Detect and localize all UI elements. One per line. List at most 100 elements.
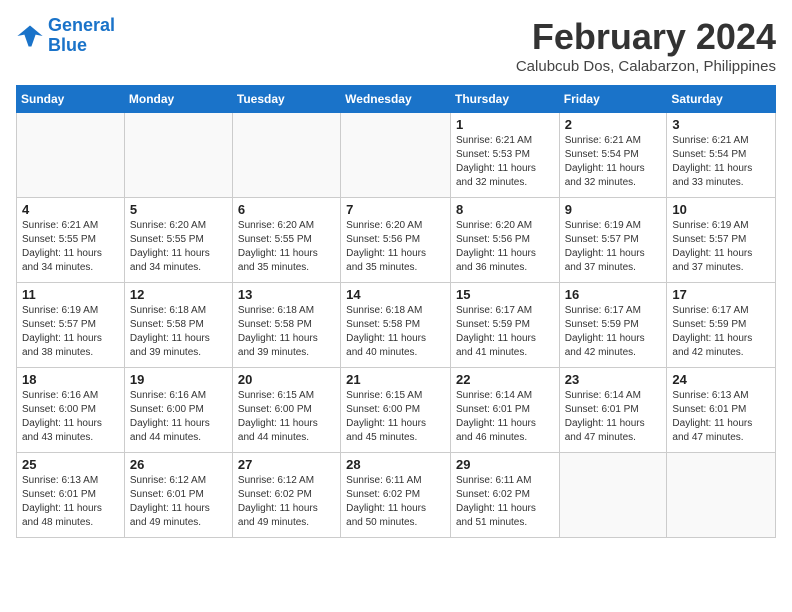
day-info: Sunrise: 6:12 AM Sunset: 6:01 PM Dayligh… xyxy=(130,474,227,530)
day-number: 1 xyxy=(456,117,554,132)
day-number: 20 xyxy=(238,372,335,387)
day-info: Sunrise: 6:15 AM Sunset: 6:00 PM Dayligh… xyxy=(346,389,445,445)
day-number: 9 xyxy=(565,202,662,217)
day-info: Sunrise: 6:18 AM Sunset: 5:58 PM Dayligh… xyxy=(130,304,227,360)
day-info: Sunrise: 6:19 AM Sunset: 5:57 PM Dayligh… xyxy=(672,219,770,275)
calendar-table: Sunday Monday Tuesday Wednesday Thursday… xyxy=(16,85,776,538)
logo: General Blue xyxy=(16,16,115,56)
logo-text: General Blue xyxy=(48,16,115,56)
header-thursday: Thursday xyxy=(450,86,559,113)
day-number: 24 xyxy=(672,372,770,387)
day-number: 29 xyxy=(456,457,554,472)
header-sunday: Sunday xyxy=(17,86,125,113)
calendar-cell: 22 Sunrise: 6:14 AM Sunset: 6:01 PM Dayli… xyxy=(450,368,559,453)
calendar-cell: 15 Sunrise: 6:17 AM Sunset: 5:59 PM Dayli… xyxy=(450,283,559,368)
day-number: 10 xyxy=(672,202,770,217)
calendar-cell: 4Sunrise: 6:21 AM Sunset: 5:55 PM Daylig… xyxy=(17,198,125,283)
day-info: Sunrise: 6:18 AM Sunset: 5:58 PM Dayligh… xyxy=(346,304,445,360)
calendar-cell: 25Sunrise: 6:13 AM Sunset: 6:01 PM Dayli… xyxy=(17,453,125,538)
day-number: 15 xyxy=(456,287,554,302)
day-number: 22 xyxy=(456,372,554,387)
header-friday: Friday xyxy=(559,86,667,113)
calendar-cell: 24Sunrise: 6:13 AM Sunset: 6:01 PM Dayli… xyxy=(667,368,776,453)
day-number: 11 xyxy=(22,287,119,302)
day-info: Sunrise: 6:16 AM Sunset: 6:00 PM Dayligh… xyxy=(22,389,119,445)
calendar-cell: 2Sunrise: 6:21 AM Sunset: 5:54 PM Daylig… xyxy=(559,113,667,198)
calendar-cell: 19Sunrise: 6:16 AM Sunset: 6:00 PM Dayli… xyxy=(124,368,232,453)
day-number: 26 xyxy=(130,457,227,472)
calendar-cell: 3 Sunrise: 6:21 AM Sunset: 5:54 PM Daylig… xyxy=(667,113,776,198)
week-row-5: 25Sunrise: 6:13 AM Sunset: 6:01 PM Dayli… xyxy=(17,453,776,538)
header-row: Sunday Monday Tuesday Wednesday Thursday… xyxy=(17,86,776,113)
calendar-header: Sunday Monday Tuesday Wednesday Thursday… xyxy=(17,86,776,113)
calendar-cell: 7Sunrise: 6:20 AM Sunset: 5:56 PM Daylig… xyxy=(341,198,451,283)
calendar-cell: 26 Sunrise: 6:12 AM Sunset: 6:01 PM Dayli… xyxy=(124,453,232,538)
day-number: 4 xyxy=(22,202,119,217)
day-number: 12 xyxy=(130,287,227,302)
day-info: Sunrise: 6:17 AM Sunset: 5:59 PM Dayligh… xyxy=(672,304,770,360)
calendar-cell: 21 Sunrise: 6:15 AM Sunset: 6:00 PM Dayli… xyxy=(341,368,451,453)
day-info: Sunrise: 6:20 AM Sunset: 5:55 PM Dayligh… xyxy=(238,219,335,275)
calendar-cell: 9 Sunrise: 6:19 AM Sunset: 5:57 PM Daylig… xyxy=(559,198,667,283)
calendar-cell xyxy=(559,453,667,538)
calendar-subtitle: Calubcub Dos, Calabarzon, Philippines xyxy=(516,58,776,75)
day-number: 5 xyxy=(130,202,227,217)
day-number: 2 xyxy=(565,117,662,132)
calendar-cell xyxy=(667,453,776,538)
header-wednesday: Wednesday xyxy=(341,86,451,113)
header-saturday: Saturday xyxy=(667,86,776,113)
week-row-1: 1 Sunrise: 6:21 AM Sunset: 5:53 PM Daylig… xyxy=(17,113,776,198)
calendar-cell: 29 Sunrise: 6:11 AM Sunset: 6:02 PM Dayli… xyxy=(450,453,559,538)
day-info: Sunrise: 6:14 AM Sunset: 6:01 PM Dayligh… xyxy=(565,389,662,445)
day-info: Sunrise: 6:12 AM Sunset: 6:02 PM Dayligh… xyxy=(238,474,335,530)
day-info: Sunrise: 6:14 AM Sunset: 6:01 PM Dayligh… xyxy=(456,389,554,445)
calendar-cell: 11Sunrise: 6:19 AM Sunset: 5:57 PM Dayli… xyxy=(17,283,125,368)
header-tuesday: Tuesday xyxy=(232,86,340,113)
calendar-cell: 13Sunrise: 6:18 AM Sunset: 5:58 PM Dayli… xyxy=(232,283,340,368)
day-info: Sunrise: 6:11 AM Sunset: 6:02 PM Dayligh… xyxy=(456,474,554,530)
calendar-cell: 10 Sunrise: 6:19 AM Sunset: 5:57 PM Dayli… xyxy=(667,198,776,283)
calendar-cell: 12 Sunrise: 6:18 AM Sunset: 5:58 PM Dayli… xyxy=(124,283,232,368)
day-number: 18 xyxy=(22,372,119,387)
logo-line2: Blue xyxy=(48,35,87,55)
day-info: Sunrise: 6:20 AM Sunset: 5:55 PM Dayligh… xyxy=(130,219,227,275)
day-number: 8 xyxy=(456,202,554,217)
calendar-cell: 18 Sunrise: 6:16 AM Sunset: 6:00 PM Dayli… xyxy=(17,368,125,453)
day-info: Sunrise: 6:17 AM Sunset: 5:59 PM Dayligh… xyxy=(565,304,662,360)
day-info: Sunrise: 6:11 AM Sunset: 6:02 PM Dayligh… xyxy=(346,474,445,530)
day-number: 25 xyxy=(22,457,119,472)
title-block: February 2024 Calubcub Dos, Calabarzon, … xyxy=(516,16,776,75)
calendar-cell: 1 Sunrise: 6:21 AM Sunset: 5:53 PM Daylig… xyxy=(450,113,559,198)
calendar-title: February 2024 xyxy=(516,16,776,58)
calendar-cell xyxy=(17,113,125,198)
calendar-cell: 5 Sunrise: 6:20 AM Sunset: 5:55 PM Daylig… xyxy=(124,198,232,283)
calendar-cell: 17Sunrise: 6:17 AM Sunset: 5:59 PM Dayli… xyxy=(667,283,776,368)
day-info: Sunrise: 6:20 AM Sunset: 5:56 PM Dayligh… xyxy=(456,219,554,275)
calendar-cell: 20 Sunrise: 6:15 AM Sunset: 6:00 PM Dayli… xyxy=(232,368,340,453)
week-row-4: 18 Sunrise: 6:16 AM Sunset: 6:00 PM Dayli… xyxy=(17,368,776,453)
calendar-cell xyxy=(124,113,232,198)
calendar-cell: 6 Sunrise: 6:20 AM Sunset: 5:55 PM Daylig… xyxy=(232,198,340,283)
day-number: 27 xyxy=(238,457,335,472)
day-number: 14 xyxy=(346,287,445,302)
header: General Blue February 2024 Calubcub Dos,… xyxy=(16,16,776,75)
calendar-cell: 27 Sunrise: 6:12 AM Sunset: 6:02 PM Dayli… xyxy=(232,453,340,538)
day-number: 7 xyxy=(346,202,445,217)
day-info: Sunrise: 6:18 AM Sunset: 5:58 PM Dayligh… xyxy=(238,304,335,360)
day-number: 6 xyxy=(238,202,335,217)
day-number: 21 xyxy=(346,372,445,387)
day-number: 23 xyxy=(565,372,662,387)
day-number: 3 xyxy=(672,117,770,132)
day-info: Sunrise: 6:17 AM Sunset: 5:59 PM Dayligh… xyxy=(456,304,554,360)
day-info: Sunrise: 6:21 AM Sunset: 5:54 PM Dayligh… xyxy=(672,134,770,190)
calendar-cell: 23 Sunrise: 6:14 AM Sunset: 6:01 PM Dayli… xyxy=(559,368,667,453)
week-row-2: 4Sunrise: 6:21 AM Sunset: 5:55 PM Daylig… xyxy=(17,198,776,283)
day-info: Sunrise: 6:21 AM Sunset: 5:53 PM Dayligh… xyxy=(456,134,554,190)
day-number: 19 xyxy=(130,372,227,387)
calendar-cell: 8 Sunrise: 6:20 AM Sunset: 5:56 PM Daylig… xyxy=(450,198,559,283)
logo-icon xyxy=(16,22,44,50)
day-info: Sunrise: 6:19 AM Sunset: 5:57 PM Dayligh… xyxy=(565,219,662,275)
calendar-cell: 14 Sunrise: 6:18 AM Sunset: 5:58 PM Dayli… xyxy=(341,283,451,368)
day-info: Sunrise: 6:15 AM Sunset: 6:00 PM Dayligh… xyxy=(238,389,335,445)
day-number: 28 xyxy=(346,457,445,472)
